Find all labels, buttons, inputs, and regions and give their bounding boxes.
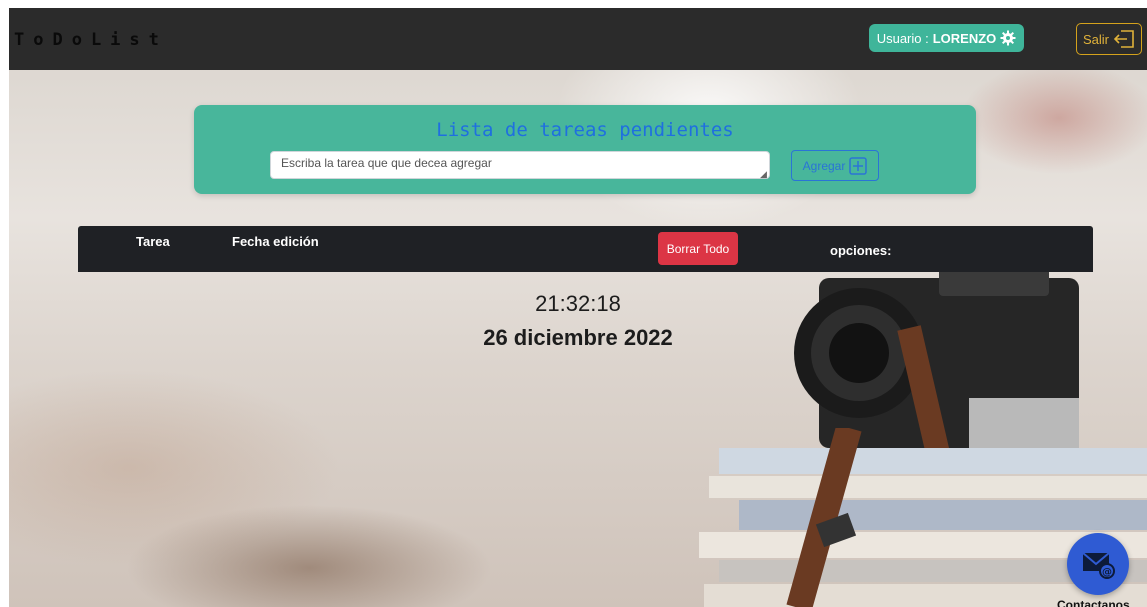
user-prefix-label: Usuario : [876,30,929,46]
contact-button[interactable]: @ [1067,533,1129,595]
column-header-task: Tarea [136,234,170,249]
plus-square-icon [849,156,868,175]
clock-time: 21:32:18 [535,291,621,316]
add-task-button[interactable]: Agregar [791,150,879,181]
top-navbar: ToDoList Usuario : LORENZO Salir [9,8,1147,70]
add-task-label: Agregar [802,158,846,173]
app-frame: ToDoList Usuario : LORENZO Salir Lista d… [9,8,1147,607]
card-title: Lista de tareas pendientes [436,119,734,141]
contact-label[interactable]: Contactanos [1057,598,1130,607]
task-input[interactable] [270,151,770,179]
logout-button[interactable]: Salir [1076,23,1142,55]
clock-date: 26 diciembre 2022 [483,325,673,350]
svg-text:@: @ [1102,567,1112,578]
column-header-edit-date: Fecha edición [232,234,319,249]
user-menu-button[interactable]: Usuario : LORENZO [869,24,1024,52]
user-name-label: LORENZO [932,30,997,46]
logout-label: Salir [1082,31,1109,47]
task-entry-card: Lista de tareas pendientes ◢ Agregar [194,105,976,194]
gear-icon [1000,30,1016,46]
brand-logo[interactable]: ToDoList [14,30,168,50]
delete-all-button[interactable]: Borrar Todo [658,232,738,265]
logout-arrow-icon [1113,30,1134,48]
envelope-at-icon: @ [1082,552,1115,579]
task-table-header: Tarea Fecha edición Borrar Todo opciones… [78,226,1093,272]
column-header-options: opciones: [830,243,892,258]
resize-grip-icon[interactable]: ◢ [760,169,767,180]
